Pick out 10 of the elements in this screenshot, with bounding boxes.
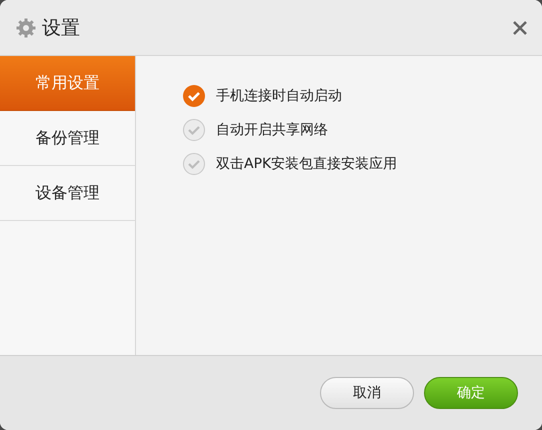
option-label: 手机连接时自动启动 [216, 87, 342, 105]
close-button[interactable] [512, 20, 528, 36]
window-title: 设置 [42, 16, 81, 40]
checkbox[interactable] [182, 152, 206, 176]
checkbox[interactable] [182, 118, 206, 142]
cancel-button[interactable]: 取消 [320, 377, 414, 409]
option-label: 自动开启共享网络 [216, 121, 328, 139]
option-label: 双击APK安装包直接安装应用 [216, 155, 398, 173]
checkbox[interactable] [182, 84, 206, 108]
settings-icon [16, 18, 36, 38]
